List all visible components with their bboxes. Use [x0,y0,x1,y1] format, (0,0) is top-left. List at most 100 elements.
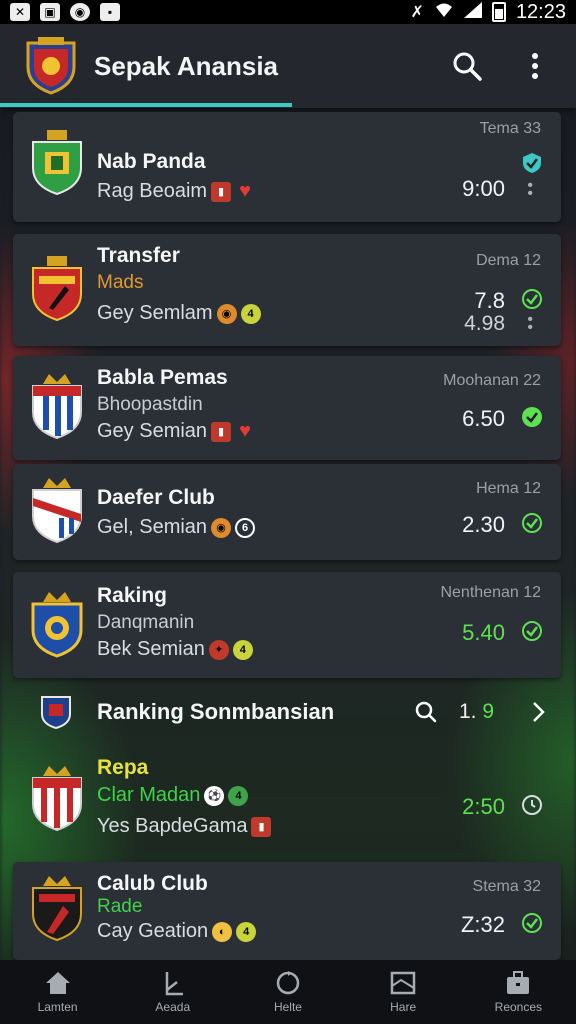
heart-icon: ♥ [239,180,251,202]
match-odds: 2:50 [462,794,505,819]
team-crest-icon [32,876,82,942]
app-bar: Sepak Anansia [0,24,576,108]
match-detail: Yes BapdeGama [97,815,248,837]
ranking-item[interactable]: Repa Clar Madan ⚽ 4 Yes BapdeGama ▮ 2:50 [13,742,561,862]
mute-icon: ✗ [410,4,424,21]
ball-icon: ✦ [208,639,229,660]
team-crest-icon [31,592,83,658]
match-tag: Moohanan 22 [443,372,541,389]
match-card[interactable]: Transfer Mads Gey Semlam ◉ 4 Dema 12 7.8… [13,234,561,346]
bottom-navigation: Lamten Aeada Helte Hare Reonces [0,960,576,1024]
check-circle-icon [522,913,542,933]
app-title: Sepak Anansia [94,50,279,81]
team-subtitle: Clar Madan [97,784,201,806]
check-circle-icon [522,513,542,533]
nav-resources[interactable]: Reonces [468,970,568,1014]
app-logo [26,37,76,95]
team-subtitle: Mads [97,272,144,293]
ranking-title: Ranking Sonmbansian [97,699,335,724]
ranking-header: Ranking Sonmbansian 1. 9 [13,684,561,740]
ranking-crest-icon [41,696,71,730]
briefcase-icon [507,971,530,994]
match-card[interactable]: Daefer Club Gel, Semian ◉ 6 Hema 12 2.30 [13,464,561,560]
team-name: Raking [97,584,168,607]
signal-icon [463,1,482,23]
match-detail: Gey Semian [97,420,208,442]
clock: 12:23 [515,0,566,23]
match-odds: 5.40 [462,620,505,645]
ranking-next-button[interactable] [521,695,555,729]
match-odds: 2.30 [462,512,505,537]
search-button[interactable] [450,49,484,83]
match-detail: Rag Beoaim [97,180,208,202]
ball-icon: ◉ [211,517,232,538]
ranking-item[interactable]: Calub Club Rade Cay Geation ◐ 4 Stema 32… [13,862,561,960]
card-icon: ▮ [251,816,272,837]
badge-icon: 4 [232,639,253,660]
nav-stats[interactable]: Aeada [123,970,223,1014]
match-odds: Z:32 [460,912,505,937]
refresh-icon [276,971,300,995]
home-icon [45,972,70,994]
nav-home[interactable]: Lamten [8,970,108,1014]
more-icon[interactable]: • • [527,178,533,202]
match-odds: 9:00 [462,176,505,201]
match-tag: Hema 12 [476,480,541,497]
team-crest-icon [32,766,82,832]
ball-icon: ◉ [216,303,237,324]
team-name: Calub Club [97,872,208,895]
match-odds: 7.8 [474,288,505,313]
match-card[interactable]: Raking Danqmanin Bek Semian ✦ 4 Nenthena… [13,572,561,678]
card-icon: ▮ [211,181,232,202]
nav-refresh[interactable]: Helte [238,970,338,1014]
team-crest-icon [32,130,82,196]
wifi-icon [434,2,454,23]
team-name: Transfer [97,244,180,267]
match-odds: 6.50 [462,406,505,431]
more-icon[interactable]: • • [527,312,533,336]
match-detail: Gey Semlam [97,302,213,324]
shield-check-icon [523,153,541,173]
board-icon [390,971,416,995]
gallery-icon: ▣ [40,3,60,21]
team-subtitle: Bhoopastdin [97,394,203,415]
search-icon [415,701,437,723]
badge-icon: 4 [228,785,249,806]
card-icon: ▮ [211,421,232,442]
ranking-search-button[interactable] [409,695,443,729]
team-crest-icon [32,374,82,440]
team-subtitle: Rade [97,896,143,917]
status-bar: ✕ ▣ ◉ ▪ ✗ 12:23 [0,0,576,24]
badge-icon: 4 [236,921,257,942]
team-crest-icon [32,478,82,544]
more-vert-icon [532,53,538,79]
battery-icon [491,2,506,22]
ball-icon: ◐ [212,921,233,942]
stats-icon [165,972,183,996]
team-name: Babla Pemas [97,366,228,389]
badge-icon: 6 [235,517,256,538]
team-name: Repa [97,756,149,779]
team-crest-icon [32,256,82,322]
soccer-ball-icon: ⚽ [204,785,225,806]
chevron-right-icon [533,702,545,722]
match-tag: Dema 12 [476,252,541,269]
match-detail: Gel, Semian [97,516,208,538]
check-circle-icon [522,289,542,309]
team-name: Daefer Club [97,486,215,509]
clock-icon [522,795,542,815]
match-card[interactable]: Nab Panda Rag Beoaim ▮ ♥ Tema 33 9:00 • • [13,112,561,222]
check-circle-icon [522,407,542,427]
overflow-menu-button[interactable] [518,49,552,83]
match-odds-alt: 4.98 [464,312,505,335]
ranking-count: 1. 9 [459,700,495,723]
team-subtitle: Danqmanin [97,612,195,633]
game-icon: ▪ [100,3,120,21]
match-detail: Bek Semian [97,638,205,660]
badge-icon: 4 [240,303,261,324]
nav-board[interactable]: Hare [353,970,453,1014]
check-circle-icon [522,621,542,641]
chrome-icon: ◉ [70,3,90,21]
team-name: Nab Panda [97,150,206,173]
match-card[interactable]: Babla Pemas Bhoopastdin Gey Semian ▮ ♥ M… [13,356,561,460]
